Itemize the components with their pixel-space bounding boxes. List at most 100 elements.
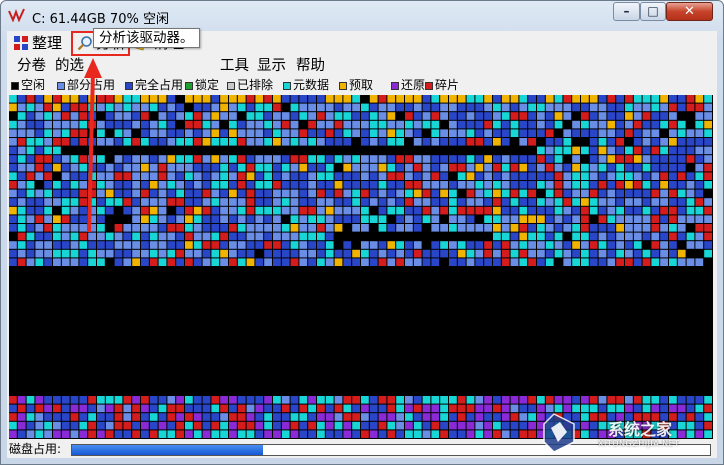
- cluster-block: [352, 224, 360, 232]
- window-title: C: 61.44GB 70% 空闲: [32, 12, 169, 27]
- cluster-block: [299, 172, 308, 180]
- menu-help[interactable]: 帮助: [296, 57, 325, 75]
- menu-view[interactable]: 显示: [257, 57, 286, 75]
- cluster-block: [123, 112, 132, 120]
- cluster-block: [563, 120, 572, 129]
- cluster-block: [510, 249, 519, 258]
- cluster-block: [26, 215, 35, 223]
- cluster-block: [642, 215, 651, 223]
- cluster-block: [202, 95, 211, 103]
- cluster-block: [616, 129, 624, 137]
- cluster-block: [273, 258, 281, 266]
- cluster-block: [422, 249, 431, 258]
- cluster-block: [70, 249, 79, 258]
- minimize-button[interactable]: –: [613, 2, 640, 21]
- cluster-block: [378, 421, 387, 430]
- cluster-block: [141, 181, 149, 189]
- cluster-block: [149, 112, 158, 120]
- cluster-block: [493, 404, 501, 413]
- cluster-block: [123, 258, 132, 266]
- cluster-block: [616, 224, 624, 232]
- cluster-block: [501, 413, 510, 421]
- cluster-block: [466, 224, 475, 232]
- close-button[interactable]: ✕: [666, 2, 713, 21]
- disk-usage-label: 磁盘占用:: [9, 442, 62, 456]
- cluster-block: [537, 138, 545, 146]
- minimize-icon: –: [623, 4, 630, 18]
- cluster-block: [44, 138, 52, 146]
- cluster-block: [369, 224, 378, 232]
- title-bar[interactable]: C: 61.44GB 70% 空闲 – □ ✕: [1, 1, 723, 31]
- menu-tools[interactable]: 工具: [220, 57, 249, 75]
- cluster-block: [633, 112, 642, 120]
- cluster-block: [167, 146, 176, 155]
- cluster-block: [141, 430, 149, 438]
- cluster-block: [607, 206, 616, 215]
- cluster-block: [105, 120, 114, 129]
- menu-options[interactable]: 的选: [55, 57, 84, 75]
- cluster-block: [317, 120, 325, 129]
- cluster-block: [132, 103, 140, 112]
- cluster-block: [660, 155, 668, 163]
- cluster-block: [325, 396, 334, 404]
- cluster-block: [660, 258, 668, 266]
- cluster-block: [308, 249, 316, 258]
- cluster-block: [510, 241, 519, 249]
- maximize-button[interactable]: □: [640, 2, 666, 21]
- cluster-block: [352, 215, 360, 223]
- cluster-block: [193, 138, 202, 146]
- defrag-button[interactable]: 整理: [11, 32, 64, 54]
- cluster-block: [563, 138, 572, 146]
- cluster-block: [202, 163, 211, 172]
- cluster-block: [589, 198, 598, 206]
- cluster-block: [493, 95, 501, 103]
- cluster-block: [255, 163, 264, 172]
- cluster-block: [369, 249, 378, 258]
- cluster-block: [9, 232, 17, 241]
- cluster-block: [273, 413, 281, 421]
- cluster-block: [422, 421, 431, 430]
- cluster-block: [387, 189, 396, 198]
- cluster-block: [246, 249, 255, 258]
- cluster-block: [9, 163, 17, 172]
- cluster-block: [158, 189, 167, 198]
- cluster-block: [625, 138, 633, 146]
- cluster-block: [61, 215, 70, 223]
- cluster-block: [431, 430, 440, 438]
- menu-volume[interactable]: 分卷: [17, 57, 46, 75]
- cluster-block: [616, 95, 624, 103]
- cluster-block: [149, 120, 158, 129]
- cluster-block: [255, 198, 264, 206]
- cluster-block: [193, 181, 202, 189]
- cluster-block: [484, 95, 492, 103]
- cluster-block: [317, 172, 325, 180]
- cluster-block: [413, 155, 422, 163]
- cluster-block: [440, 232, 448, 241]
- cluster-block: [105, 129, 114, 137]
- cluster-block: [264, 120, 272, 129]
- cluster-block: [132, 181, 140, 189]
- cluster-block: [572, 138, 580, 146]
- cluster-block: [255, 112, 264, 120]
- cluster-block: [290, 206, 299, 215]
- cluster-block: [378, 181, 387, 189]
- cluster-block: [26, 155, 35, 163]
- cluster-block: [625, 189, 633, 198]
- cluster-block: [255, 189, 264, 198]
- cluster-block: [484, 198, 492, 206]
- cluster-block: [281, 120, 290, 129]
- cluster-block: [281, 95, 290, 103]
- cluster-block: [528, 120, 536, 129]
- cluster-block: [422, 189, 431, 198]
- cluster-block: [17, 181, 26, 189]
- cluster-block: [572, 215, 580, 223]
- cluster-block: [660, 224, 668, 232]
- cluster-block: [237, 172, 246, 180]
- cluster-block: [457, 146, 466, 155]
- cluster-block: [704, 172, 712, 180]
- cluster-block: [26, 103, 35, 112]
- cluster-block: [686, 155, 695, 163]
- legend-label: 元数据: [293, 78, 330, 92]
- cluster-block: [466, 103, 475, 112]
- cluster-block: [273, 206, 281, 215]
